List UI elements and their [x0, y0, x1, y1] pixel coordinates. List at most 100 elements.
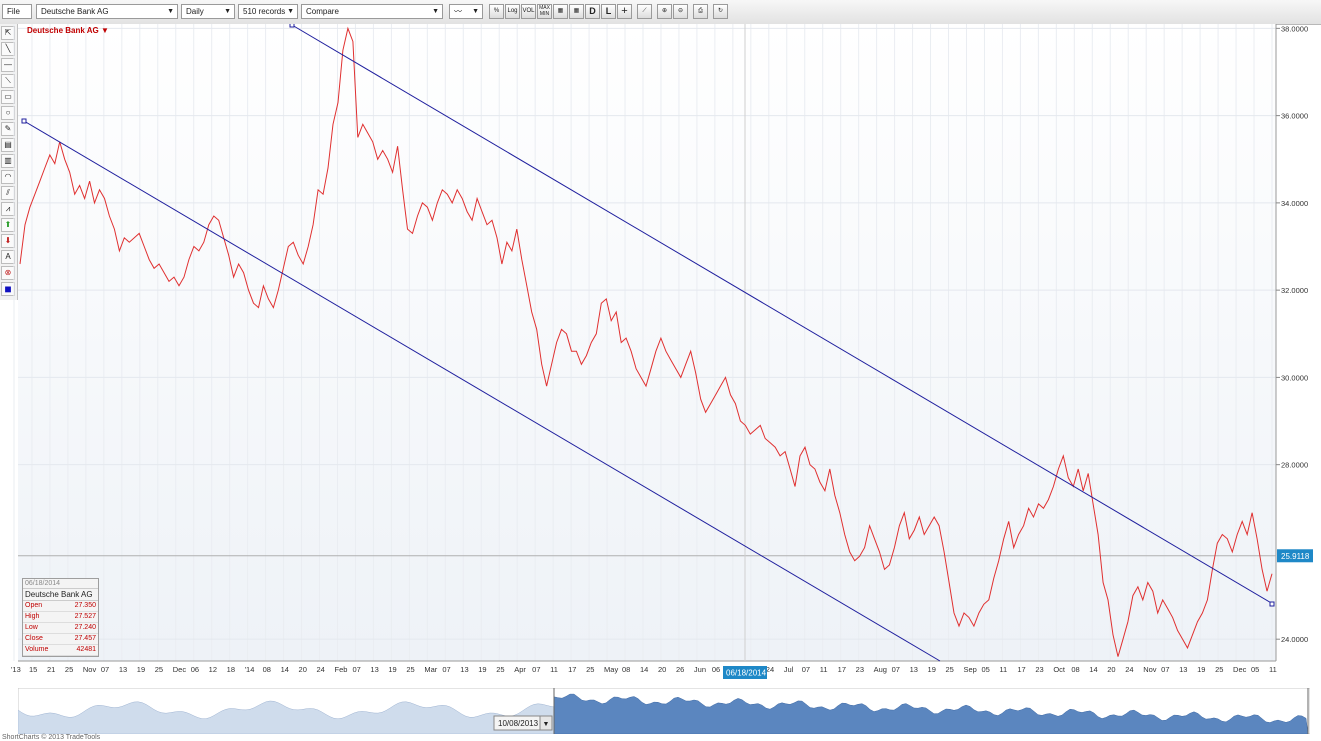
ohlc-row: Close 27.457 [23, 634, 98, 645]
trend-line-handle[interactable] [22, 119, 26, 123]
crosshair-date-tag: 06/18/2014 [723, 666, 767, 679]
symbol-label-text: Deutsche Bank AG [27, 26, 99, 35]
x-tick-label: 13 [370, 665, 378, 674]
x-tick-label: 19 [928, 665, 936, 674]
x-tick-label: 20 [299, 665, 307, 674]
toolbar: File Deutsche Bank AG▼ Daily▼ 510 record… [0, 0, 1321, 25]
x-tick-label: 25 [496, 665, 504, 674]
ohlc-row: Open27.350 [23, 601, 98, 612]
price-chart[interactable]: 38.000036.000034.000032.000030.000028.00… [0, 24, 1321, 688]
interval-select[interactable]: Daily▼ [181, 4, 235, 19]
ohlc-label: High [25, 612, 39, 622]
d-button[interactable]: D [585, 4, 600, 19]
grid-button[interactable]: ▦ [553, 4, 568, 19]
refresh-icon: ↻ [718, 8, 723, 14]
ohlc-label: Close [25, 634, 43, 644]
x-tick-label: 06 [191, 665, 199, 674]
x-tick-label: 24 [317, 665, 325, 674]
line-chart-icon: 〰 [454, 7, 462, 16]
ohlc-value: 27.240 [75, 623, 96, 633]
x-tick-label: Apr [514, 665, 526, 674]
x-tick-label: 23 [856, 665, 864, 674]
x-tick-label: Jun [694, 665, 706, 674]
triangle-down-icon: ▼ [101, 26, 109, 35]
navigator-panel[interactable]: 10/08/2013 ▼ [18, 688, 1310, 734]
chevron-down-icon: ▼ [287, 5, 294, 18]
zoom-out-icon: ⊖ [678, 8, 683, 14]
x-tick-label: 25 [406, 665, 414, 674]
percent-button[interactable]: % [489, 4, 504, 19]
x-tick-label: 13 [1179, 665, 1187, 674]
compare-select[interactable]: Compare▼ [301, 4, 443, 19]
ohlc-name: Deutsche Bank AG [23, 589, 98, 601]
trend-line-handle[interactable] [290, 24, 294, 27]
ohlc-value: 27.350 [75, 601, 96, 611]
navigator-date-field[interactable]: 10/08/2013 ▼ [494, 716, 552, 730]
x-tick-label: 25 [155, 665, 163, 674]
zoom-in-icon: ⊕ [662, 8, 667, 14]
x-tick-label: 08 [1071, 665, 1079, 674]
x-tick-label: 26 [676, 665, 684, 674]
x-tick-label: 14 [281, 665, 289, 674]
records-select[interactable]: 510 records▼ [238, 4, 298, 19]
x-tick-label: 13 [460, 665, 468, 674]
x-tick-label: 07 [802, 665, 810, 674]
x-tick-label: 24 [766, 665, 774, 674]
log-button[interactable]: Log [505, 4, 520, 19]
maxmin-button[interactable]: MAX MIN [537, 4, 552, 19]
chevron-down-icon: ▼ [472, 5, 479, 18]
refresh-button[interactable]: ↻ [713, 4, 728, 19]
x-tick-label: Mar [424, 665, 437, 674]
x-tick-label: 23 [1035, 665, 1043, 674]
x-tick-label: 07 [1161, 665, 1169, 674]
chevron-down-icon: ▼ [224, 5, 231, 18]
x-tick-label: 07 [352, 665, 360, 674]
svg-text:10/08/2013: 10/08/2013 [498, 719, 539, 728]
file-menu[interactable]: File [2, 4, 32, 19]
x-tick-label: Nov [83, 665, 97, 674]
x-tick-label: 07 [442, 665, 450, 674]
ohlc-row: Low 27.240 [23, 623, 98, 634]
x-tick-label: May [604, 665, 618, 674]
grid-alt-button[interactable]: ▦ [569, 4, 584, 19]
x-tick-label: 07 [101, 665, 109, 674]
x-tick-label: 05 [1251, 665, 1259, 674]
x-tick-label: 14 [1089, 665, 1097, 674]
x-tick-label: Dec [1233, 665, 1247, 674]
x-tick-label: 06 [712, 665, 720, 674]
y-tick-label: 32.0000 [1281, 286, 1308, 295]
ohlc-value: 27.527 [75, 612, 96, 622]
x-tick-label: Sep [963, 665, 976, 674]
last-price-tag: 25.9118 [1277, 549, 1313, 562]
x-tick-label: 19 [478, 665, 486, 674]
chevron-down-icon: ▼ [432, 5, 439, 18]
chart-type-select[interactable]: 〰▼ [449, 4, 483, 19]
trend-line-handle[interactable] [1270, 602, 1274, 606]
copyright-text: ShortCharts © 2013 TradeTools [2, 734, 100, 741]
x-tick-label: 19 [388, 665, 396, 674]
x-tick-label: Jul [784, 665, 794, 674]
x-tick-label: 12 [209, 665, 217, 674]
x-tick-label: 25 [65, 665, 73, 674]
x-tick-label: 05 [981, 665, 989, 674]
print-button[interactable]: ⎙ [693, 4, 708, 19]
ohlc-date: 06/18/2014 [23, 579, 98, 589]
x-tick-label: 11 [820, 665, 828, 674]
x-tick-label: 19 [137, 665, 145, 674]
ohlc-value: 27.457 [75, 634, 96, 644]
zoom-out-button[interactable]: ⊖ [673, 4, 688, 19]
draw-mode-button[interactable]: ⟋ [637, 4, 652, 19]
l-button[interactable]: L [601, 4, 616, 19]
x-tick-label: 18 [227, 665, 235, 674]
print-icon: ⎙ [698, 8, 703, 14]
symbol-select[interactable]: Deutsche Bank AG▼ [36, 4, 178, 19]
zoom-in-button[interactable]: ⊕ [657, 4, 672, 19]
symbol-label[interactable]: Deutsche Bank AG ▼ [27, 26, 109, 35]
grid-icon: ▦ [558, 8, 564, 14]
volume-button[interactable]: VOL [521, 4, 536, 19]
svg-text:06/18/2014: 06/18/2014 [726, 669, 767, 678]
ohlc-label: Low [25, 623, 38, 633]
ohlc-info-panel: 06/18/2014 Deutsche Bank AG Open27.350Hi… [22, 578, 99, 657]
crosshair-button[interactable]: + [617, 4, 632, 19]
file-label: File [7, 7, 20, 16]
